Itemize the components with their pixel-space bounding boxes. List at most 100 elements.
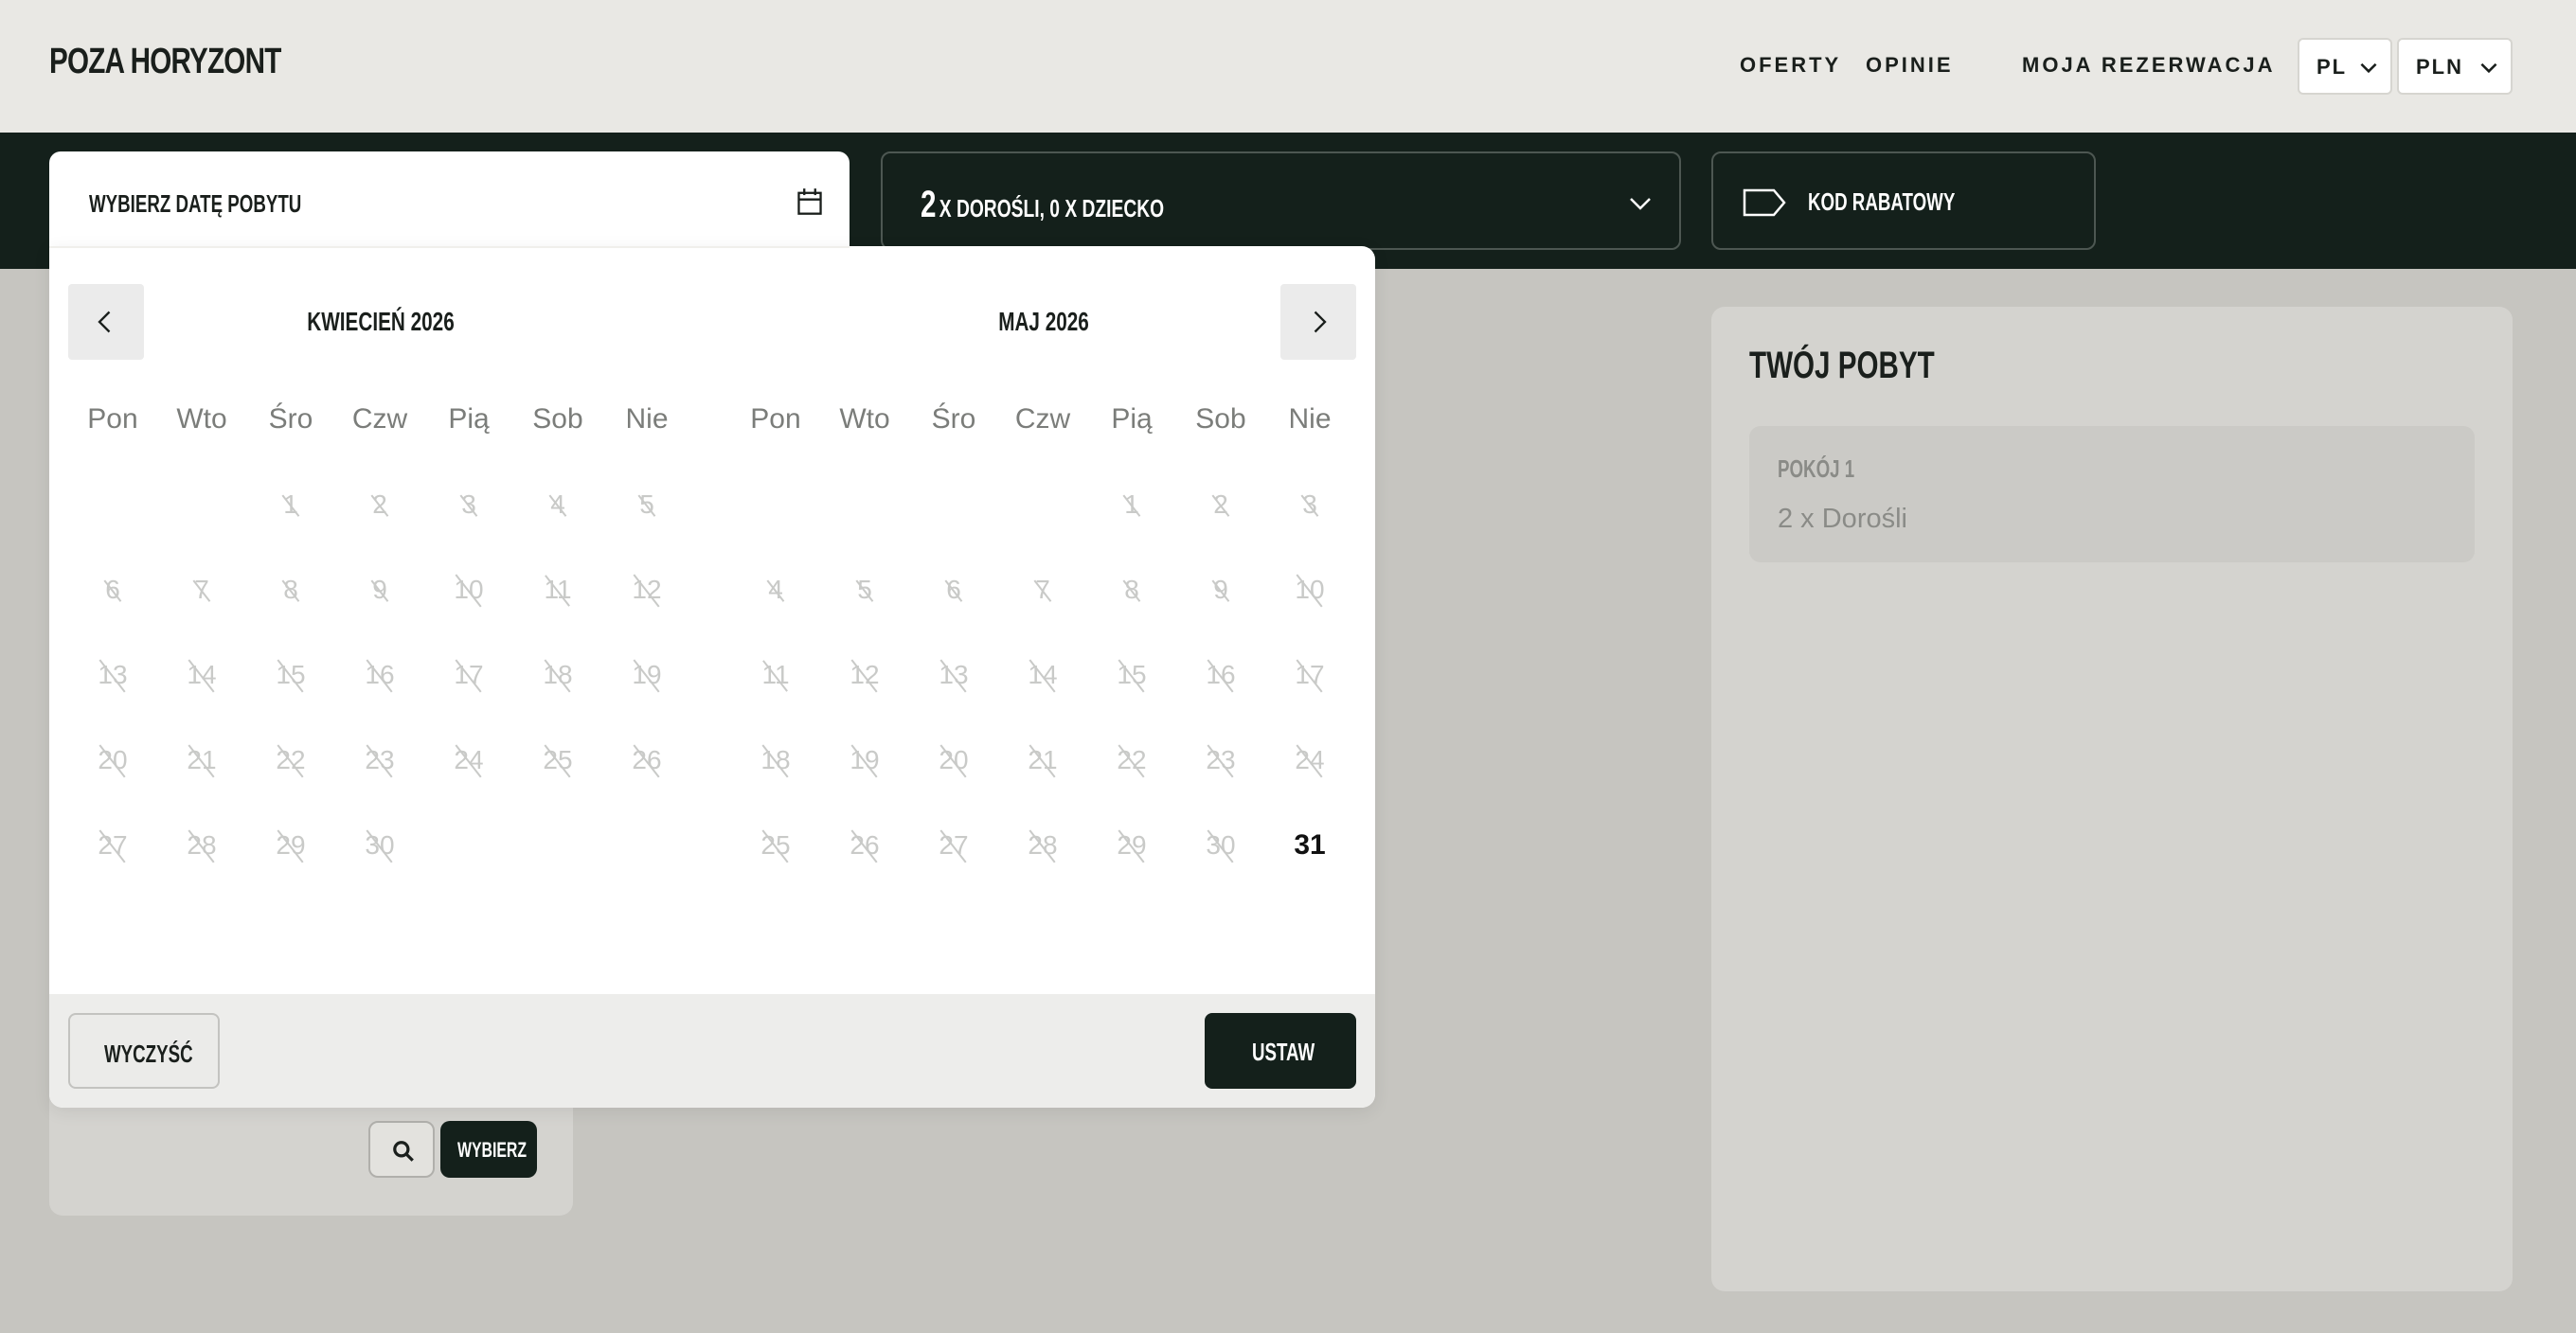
calendar-day-disabled: 25 [513, 718, 602, 803]
calendar-day-disabled: 17 [424, 632, 513, 718]
chevron-down-icon [2360, 62, 2377, 74]
guests-summary: 2 X DOROŚLI, 0 X DZIECKO [921, 184, 1164, 226]
day-number: 8 [1124, 547, 1139, 632]
weekday-label: Wto [839, 403, 890, 435]
day-number: 4 [550, 462, 565, 547]
day-number: 15 [276, 632, 305, 718]
day-number: 22 [276, 718, 305, 803]
day-number: 23 [1206, 718, 1235, 803]
day-number: 21 [1028, 718, 1057, 803]
choose-button[interactable]: WYBIERZ [440, 1121, 537, 1178]
day-number: 11 [544, 547, 571, 632]
calendar-popup: KWIECIEŃ 2026 MAJ 2026 Pon Wto Śro Czw Pią So… [49, 246, 1375, 1108]
day-number: 4 [768, 547, 783, 632]
calendar-day-disabled: 1 [1087, 462, 1176, 547]
day-number: 21 [187, 718, 216, 803]
nav-link-reviews[interactable]: OPINIE [1866, 53, 1954, 78]
weekday-label: Wto [176, 403, 227, 435]
set-button[interactable]: USTAW [1205, 1013, 1356, 1089]
day-number: 24 [454, 718, 483, 803]
month-title-right: MAJ 2026 [998, 307, 1089, 336]
calendar-day-disabled: 18 [513, 632, 602, 718]
day-number: 18 [760, 718, 790, 803]
day-number: 20 [98, 718, 127, 803]
day-number: 3 [461, 462, 476, 547]
chevron-down-icon [2480, 62, 2497, 74]
date-picker-label: WYBIERZ DATĘ POBYTU [89, 189, 302, 218]
day-number: 13 [98, 632, 127, 718]
day-number: 26 [850, 803, 879, 888]
calendar-day-disabled: 20 [909, 718, 998, 803]
search-button[interactable] [368, 1121, 435, 1178]
day-number: 14 [1028, 632, 1057, 718]
calendar-day-disabled: 20 [68, 718, 157, 803]
guests-count: 2 [921, 184, 937, 225]
day-number: 8 [283, 547, 298, 632]
weekday-label: Pon [750, 403, 801, 435]
day-number: 2 [372, 462, 387, 547]
calendar-day-disabled: 3 [424, 462, 513, 547]
guests-text: X DOROŚLI, 0 X DZIECKO [939, 194, 1165, 222]
day-number: 31 [1294, 829, 1326, 861]
day-number: 17 [1295, 632, 1324, 718]
next-month-button[interactable] [1280, 284, 1356, 360]
calendar-day-disabled: 21 [998, 718, 1087, 803]
day-number: 10 [1295, 547, 1324, 632]
currency-select[interactable]: PLN [2397, 38, 2513, 95]
calendar-day-disabled: 18 [731, 718, 820, 803]
stay-summary-title: TWÓJ POBYT [1749, 345, 1935, 386]
calendar-day-disabled: 12 [820, 632, 909, 718]
prev-month-button[interactable] [68, 284, 144, 360]
calendar-day-disabled: 16 [1176, 632, 1265, 718]
calendar-day-disabled: 11 [513, 547, 602, 632]
day-number: 28 [187, 803, 216, 888]
calendar-day-disabled: 9 [1176, 547, 1265, 632]
date-picker-field[interactable]: WYBIERZ DATĘ POBYTU [49, 151, 850, 252]
calendar-day-disabled: 13 [68, 632, 157, 718]
calendar-day-disabled: 12 [602, 547, 691, 632]
calendar-day-disabled: 10 [424, 547, 513, 632]
day-number: 28 [1028, 803, 1057, 888]
site-logo[interactable]: POZA HORYZONT [49, 42, 281, 82]
calendar-day-disabled: 27 [68, 803, 157, 888]
tag-icon [1743, 188, 1786, 217]
room-title: POKÓJ 1 [1778, 454, 1855, 483]
day-number: 24 [1295, 718, 1324, 803]
weekday-label: Pią [1111, 403, 1153, 435]
day-number: 19 [850, 718, 879, 803]
day-number: 5 [857, 547, 872, 632]
calendar-day-disabled: 30 [335, 803, 424, 888]
calendar-day-disabled: 13 [909, 632, 998, 718]
calendar-day-disabled: 8 [1087, 547, 1176, 632]
language-select[interactable]: PL [2298, 38, 2392, 95]
day-number: 30 [1206, 803, 1235, 888]
nav-link-offers[interactable]: OFERTY [1740, 53, 1841, 78]
day-number: 3 [1302, 462, 1317, 547]
promo-code-label: KOD RABATOWY [1808, 187, 1956, 216]
calendar-day-disabled: 4 [513, 462, 602, 547]
calendar-day-disabled: 21 [157, 718, 246, 803]
nav-link-my-booking[interactable]: MOJA REZERWACJA [2022, 53, 2275, 78]
calendar-day-available[interactable]: 31 [1265, 803, 1354, 888]
calendar-day-disabled: 2 [335, 462, 424, 547]
day-number: 16 [1206, 632, 1235, 718]
day-number: 27 [98, 803, 127, 888]
weekday-label: Pią [448, 403, 490, 435]
day-number: 10 [454, 547, 483, 632]
calendar-day-disabled: 24 [424, 718, 513, 803]
calendar-day-disabled: 30 [1176, 803, 1265, 888]
calendar-day-disabled: 8 [246, 547, 335, 632]
room-guests: 2 x Dorośli [1778, 504, 1907, 534]
calendar-day-disabled: 15 [1087, 632, 1176, 718]
day-number: 9 [372, 547, 387, 632]
calendar-day-disabled: 6 [68, 547, 157, 632]
language-value: PL [2317, 55, 2348, 79]
guests-selector[interactable]: 2 X DOROŚLI, 0 X DZIECKO [881, 151, 1681, 250]
calendar-day-disabled: 22 [1087, 718, 1176, 803]
promo-code-field[interactable]: KOD RABATOWY [1711, 151, 2096, 250]
calendar-day-disabled: 2 [1176, 462, 1265, 547]
day-number: 15 [1117, 632, 1146, 718]
day-number: 7 [194, 547, 209, 632]
clear-button[interactable]: WYCZYŚĆ [68, 1013, 220, 1089]
weekday-label: Pon [87, 403, 138, 435]
